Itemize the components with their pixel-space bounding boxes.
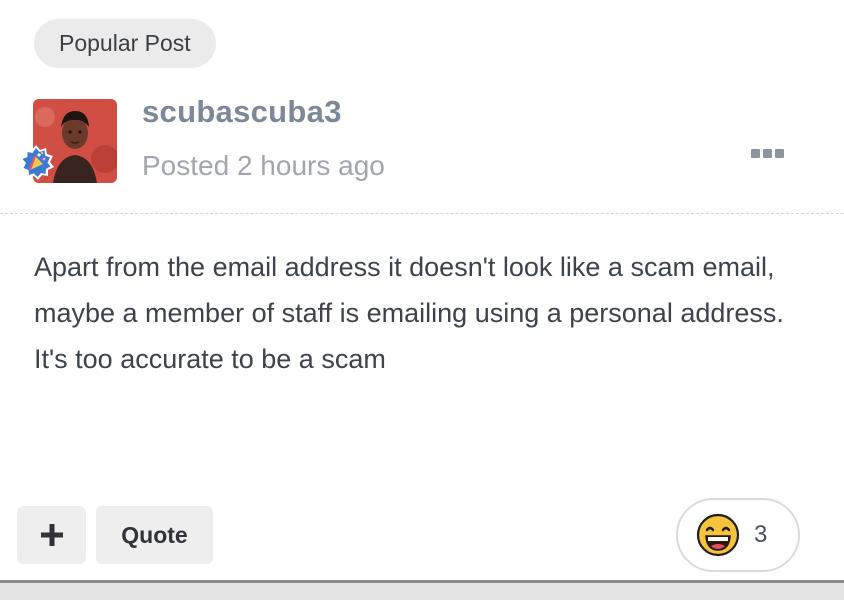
more-dot: [763, 148, 772, 158]
plus-icon: [40, 524, 63, 546]
popular-post-badge: Popular Post: [34, 19, 216, 68]
popular-post-label: Popular Post: [59, 30, 191, 56]
quote-button[interactable]: Quote: [96, 506, 213, 564]
more-dot: [775, 148, 784, 158]
forum-post: Popular Post scubascuba3 Posted 2 hours: [0, 0, 844, 600]
more-options-icon[interactable]: [751, 146, 787, 160]
header-divider: [0, 213, 844, 214]
posted-timestamp[interactable]: Posted 2 hours ago: [142, 150, 385, 182]
grinning-face-emoji-icon: [696, 513, 740, 557]
quote-button-label: Quote: [121, 521, 188, 548]
post-body-text: Apart from the email address it doesn't …: [34, 252, 784, 374]
reaction-summary[interactable]: 3: [676, 498, 800, 572]
bottom-divider: [0, 580, 844, 600]
rank-badge-icon: [15, 142, 57, 184]
add-button[interactable]: [17, 506, 86, 564]
more-dot: [751, 148, 760, 158]
reaction-count: 3: [754, 521, 768, 548]
author-name[interactable]: scubascuba3: [142, 94, 342, 130]
